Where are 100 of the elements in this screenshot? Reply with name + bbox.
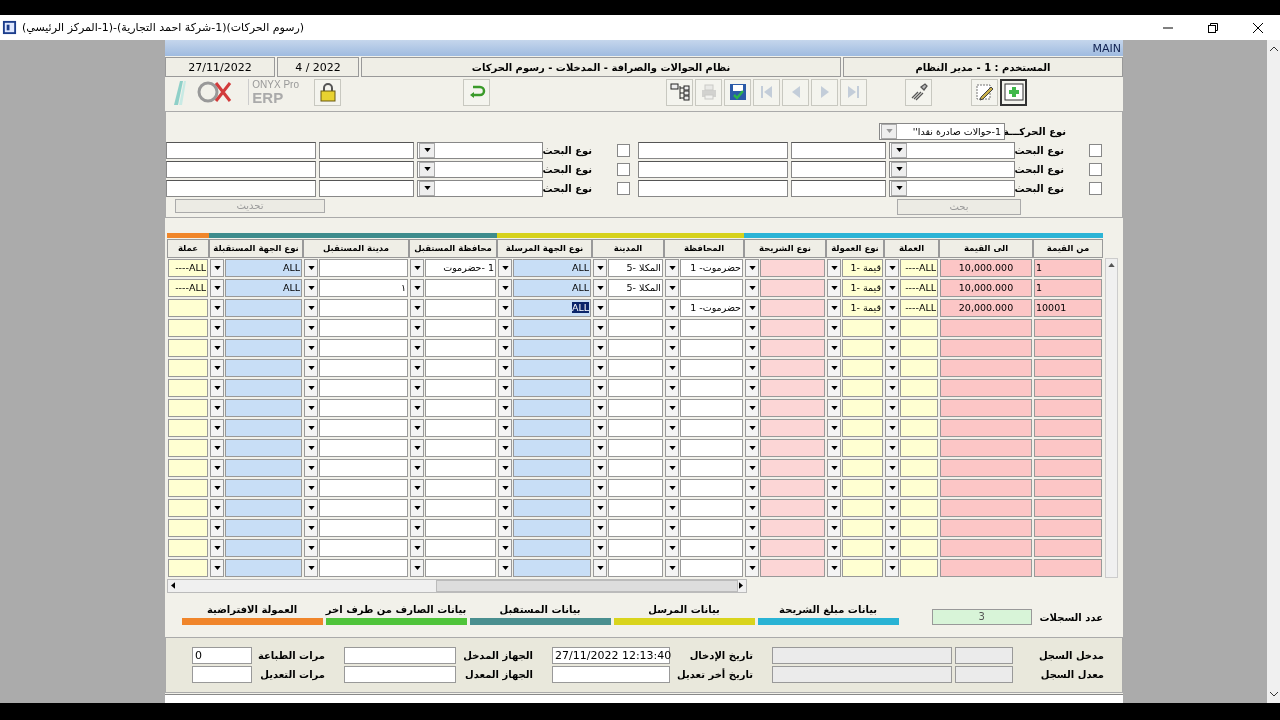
- dropdown-button[interactable]: [665, 378, 679, 397]
- dropdown-button[interactable]: [745, 398, 759, 417]
- dropdown-button[interactable]: [410, 318, 424, 337]
- dropdown-button[interactable]: [745, 258, 759, 277]
- search-type-dropdown[interactable]: [417, 160, 543, 178]
- dropdown-button[interactable]: [827, 398, 841, 417]
- dropdown-button[interactable]: [593, 418, 607, 437]
- dropdown-button[interactable]: [827, 558, 841, 577]
- dropdown-button[interactable]: [665, 318, 679, 337]
- dropdown-button[interactable]: [210, 358, 224, 377]
- dropdown-button[interactable]: [885, 518, 899, 537]
- tree-button[interactable]: [666, 78, 693, 106]
- dropdown-button[interactable]: [593, 318, 607, 337]
- add-button[interactable]: [1000, 78, 1027, 106]
- search-from-field[interactable]: [319, 179, 414, 197]
- dropdown-button[interactable]: [885, 358, 899, 377]
- dropdown-button[interactable]: [410, 538, 424, 557]
- dropdown-button[interactable]: [498, 418, 512, 437]
- dropdown-button[interactable]: [498, 458, 512, 477]
- dropdown-button[interactable]: [498, 278, 512, 297]
- dropdown-button[interactable]: [498, 258, 512, 277]
- window-scrollbar[interactable]: [1267, 40, 1280, 703]
- search-type-dropdown[interactable]: [417, 141, 543, 159]
- save-button[interactable]: [724, 78, 751, 106]
- dropdown-button[interactable]: [745, 538, 759, 557]
- dropdown-button[interactable]: [210, 478, 224, 497]
- dropdown-button[interactable]: [498, 398, 512, 417]
- dropdown-button[interactable]: [827, 298, 841, 317]
- search-to-field[interactable]: [638, 160, 788, 178]
- dropdown-button[interactable]: [885, 538, 899, 557]
- dropdown-button[interactable]: [665, 438, 679, 457]
- dropdown-button[interactable]: [827, 418, 841, 437]
- dropdown-button[interactable]: [498, 298, 512, 317]
- search-to-field[interactable]: [166, 141, 316, 159]
- dropdown-button[interactable]: [304, 538, 318, 557]
- dropdown-button[interactable]: [304, 518, 318, 537]
- dropdown-button[interactable]: [665, 398, 679, 417]
- dropdown-button[interactable]: [304, 378, 318, 397]
- brush-button[interactable]: [905, 78, 932, 106]
- dropdown-button[interactable]: [827, 358, 841, 377]
- dropdown-button[interactable]: [745, 378, 759, 397]
- dropdown-button[interactable]: [410, 338, 424, 357]
- dropdown-button[interactable]: [498, 498, 512, 517]
- search-to-field[interactable]: [166, 160, 316, 178]
- dropdown-button[interactable]: [885, 378, 899, 397]
- dropdown-button[interactable]: [593, 358, 607, 377]
- dropdown-button[interactable]: [410, 258, 424, 277]
- search-from-field[interactable]: [791, 160, 886, 178]
- dropdown-button[interactable]: [827, 378, 841, 397]
- dropdown-button[interactable]: [665, 298, 679, 317]
- dropdown-button[interactable]: [885, 278, 899, 297]
- dropdown-button[interactable]: [410, 378, 424, 397]
- dropdown-button[interactable]: [593, 458, 607, 477]
- dropdown-button[interactable]: [745, 518, 759, 537]
- dropdown-button[interactable]: [593, 398, 607, 417]
- search-from-field[interactable]: [319, 160, 414, 178]
- dropdown-button[interactable]: [885, 398, 899, 417]
- dropdown-button[interactable]: [745, 418, 759, 437]
- dropdown-button[interactable]: [210, 458, 224, 477]
- dropdown-button[interactable]: [745, 498, 759, 517]
- dropdown-button[interactable]: [304, 358, 318, 377]
- dropdown-button[interactable]: [665, 458, 679, 477]
- dropdown-button[interactable]: [210, 278, 224, 297]
- dropdown-button[interactable]: [498, 338, 512, 357]
- dropdown-button[interactable]: [498, 558, 512, 577]
- search-type-dropdown[interactable]: [417, 179, 543, 197]
- dropdown-button[interactable]: [885, 338, 899, 357]
- dropdown-button[interactable]: [210, 438, 224, 457]
- dropdown-button[interactable]: [665, 478, 679, 497]
- dropdown-button[interactable]: [745, 438, 759, 457]
- dropdown-button[interactable]: [210, 418, 224, 437]
- dropdown-button[interactable]: [498, 438, 512, 457]
- dropdown-button[interactable]: [593, 538, 607, 557]
- dropdown-button[interactable]: [410, 298, 424, 317]
- search-from-field[interactable]: [791, 179, 886, 197]
- dropdown-button[interactable]: [745, 458, 759, 477]
- dropdown-button[interactable]: [593, 518, 607, 537]
- dropdown-button[interactable]: [210, 518, 224, 537]
- dropdown-button[interactable]: [745, 298, 759, 317]
- search-from-field[interactable]: [319, 141, 414, 159]
- checkbox[interactable]: [617, 181, 630, 195]
- dropdown-button[interactable]: [304, 558, 318, 577]
- dropdown-button[interactable]: [665, 338, 679, 357]
- dropdown-button[interactable]: [304, 478, 318, 497]
- edit-button[interactable]: [971, 78, 998, 106]
- dropdown-button[interactable]: [593, 558, 607, 577]
- dropdown-button[interactable]: [210, 378, 224, 397]
- dropdown-button[interactable]: [885, 298, 899, 317]
- dropdown-button[interactable]: [745, 338, 759, 357]
- dropdown-button[interactable]: [593, 298, 607, 317]
- dropdown-button[interactable]: [498, 518, 512, 537]
- dropdown-button[interactable]: [885, 498, 899, 517]
- dropdown-button[interactable]: [304, 278, 318, 297]
- dropdown-button[interactable]: [827, 278, 841, 297]
- dropdown-button[interactable]: [827, 458, 841, 477]
- undo-button[interactable]: [463, 78, 490, 106]
- search-to-field[interactable]: [166, 179, 316, 197]
- dropdown-button[interactable]: [593, 498, 607, 517]
- dropdown-button[interactable]: [304, 258, 318, 277]
- dropdown-button[interactable]: [827, 498, 841, 517]
